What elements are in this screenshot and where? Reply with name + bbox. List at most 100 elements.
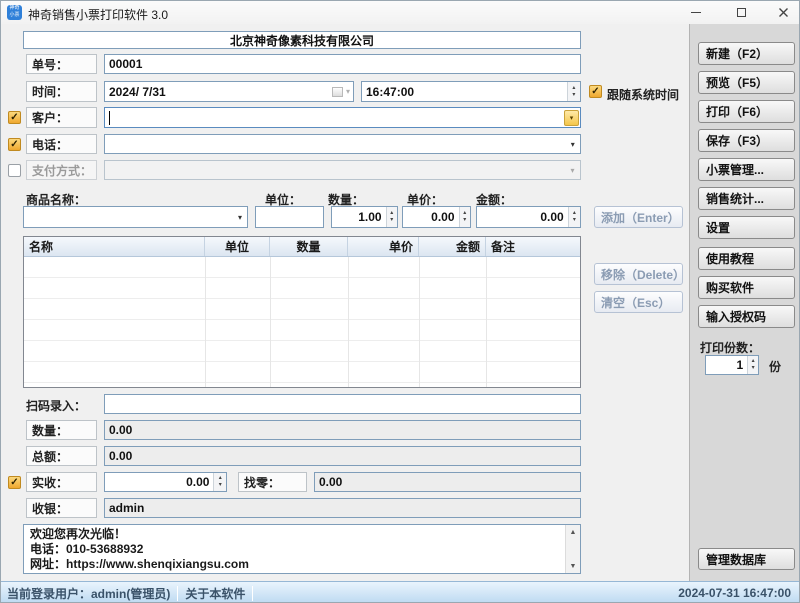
logged-in-user: 当前登录用户：admin(管理员) bbox=[7, 585, 170, 602]
statusbar-separator bbox=[177, 586, 178, 601]
print-copies-label: 打印份数： bbox=[700, 339, 760, 356]
app-window: 神奇 小票 神奇销售小票打印软件 3.0 单号： 时间： ▾ ▴▾ ✓ 跟随系统… bbox=[0, 0, 800, 603]
spin-up-icon: ▴ bbox=[573, 210, 576, 217]
product-unit-field[interactable] bbox=[255, 206, 324, 228]
spin-up-icon: ▴ bbox=[463, 210, 466, 217]
order-no-input[interactable] bbox=[105, 57, 580, 71]
customer-combobox[interactable]: ▾ bbox=[104, 107, 581, 128]
scan-entry-label: 扫码录入： bbox=[26, 397, 86, 414]
new-button[interactable]: 新建（F2） bbox=[698, 42, 795, 65]
customer-label: 客户： bbox=[26, 107, 97, 128]
product-name-dropdown-icon[interactable]: ▾ bbox=[233, 207, 247, 227]
payment-combobox: ▾ bbox=[104, 160, 581, 180]
scan-entry-field[interactable] bbox=[104, 394, 581, 414]
close-button[interactable] bbox=[770, 3, 796, 22]
app-icon-text-bottom: 小票 bbox=[7, 12, 22, 19]
remove-button[interactable]: 移除（Delete） bbox=[594, 263, 683, 285]
time-spinner[interactable]: ▴▾ bbox=[567, 82, 580, 101]
date-picker[interactable]: ▾ bbox=[104, 81, 354, 102]
company-name-field[interactable] bbox=[23, 31, 581, 49]
customer-checkbox[interactable]: ✓ bbox=[8, 111, 21, 124]
grid-line bbox=[270, 257, 271, 387]
company-name-input[interactable] bbox=[24, 33, 580, 47]
received-input[interactable] bbox=[105, 475, 213, 489]
product-price-spinner[interactable]: ▴▾ bbox=[402, 206, 471, 228]
scroll-up-icon[interactable]: ▲ bbox=[566, 525, 580, 539]
spin-down-icon: ▾ bbox=[572, 92, 575, 99]
column-header-qty[interactable]: 数量 bbox=[270, 237, 348, 256]
follow-system-time-checkbox[interactable]: ✓ bbox=[589, 85, 602, 98]
time-picker[interactable]: ▴▾ bbox=[361, 81, 581, 102]
column-header-price[interactable]: 单价 bbox=[348, 237, 419, 256]
column-header-amount[interactable]: 金额 bbox=[419, 237, 486, 256]
spin-up-icon: ▴ bbox=[390, 210, 393, 217]
phone-label: 电话： bbox=[26, 134, 97, 154]
clear-button[interactable]: 清空（Esc） bbox=[594, 291, 683, 313]
app-icon-text-top: 神奇 bbox=[7, 5, 22, 12]
cashier-label: 收银： bbox=[26, 498, 97, 518]
phone-input[interactable] bbox=[105, 137, 565, 151]
print-copies-input[interactable] bbox=[706, 358, 747, 372]
copies-spin-buttons[interactable]: ▴▾ bbox=[747, 356, 758, 374]
save-button[interactable]: 保存（F3） bbox=[698, 129, 795, 152]
maximize-button[interactable] bbox=[728, 3, 754, 22]
product-amount-input[interactable] bbox=[477, 210, 568, 224]
phone-combobox[interactable]: ▾ bbox=[104, 134, 581, 154]
spin-down-icon: ▾ bbox=[573, 217, 576, 224]
column-header-unit[interactable]: 单位 bbox=[205, 237, 270, 256]
time-input[interactable] bbox=[362, 85, 567, 99]
change-label: 找零： bbox=[238, 472, 307, 492]
grid-line bbox=[486, 257, 487, 387]
product-qty-spinner[interactable]: ▴▾ bbox=[331, 206, 398, 228]
qty-spin-buttons[interactable]: ▴▾ bbox=[386, 207, 397, 227]
product-name-input[interactable] bbox=[24, 210, 233, 224]
spin-down-icon: ▾ bbox=[390, 217, 393, 224]
buy-software-button[interactable]: 购买软件 bbox=[698, 276, 795, 299]
received-spinner[interactable]: ▴▾ bbox=[104, 472, 227, 492]
total-amount-value bbox=[105, 449, 580, 463]
phone-checkbox[interactable]: ✓ bbox=[8, 138, 21, 151]
received-checkbox[interactable]: ✓ bbox=[8, 476, 21, 489]
settings-button[interactable]: 设置 bbox=[698, 216, 795, 239]
phone-dropdown-icon[interactable]: ▾ bbox=[565, 135, 580, 153]
manage-database-button[interactable]: 管理数据库 bbox=[698, 548, 795, 570]
payment-checkbox[interactable] bbox=[8, 164, 21, 177]
received-spin-buttons[interactable]: ▴▾ bbox=[213, 473, 226, 491]
product-unit-input[interactable] bbox=[256, 210, 323, 224]
welcome-message-box[interactable]: 欢迎您再次光临！ 电话：010-53688932 网址：https://www.… bbox=[23, 524, 581, 574]
product-price-input[interactable] bbox=[403, 210, 459, 224]
tutorial-button[interactable]: 使用教程 bbox=[698, 247, 795, 270]
print-copies-spinner[interactable]: ▴▾ bbox=[705, 355, 759, 375]
product-name-combobox[interactable]: ▾ bbox=[23, 206, 248, 228]
product-amount-spinner[interactable]: ▴▾ bbox=[476, 206, 581, 228]
date-input[interactable] bbox=[105, 85, 332, 99]
scroll-down-icon[interactable]: ▼ bbox=[566, 559, 580, 573]
follow-system-time-label: 跟随系统时间 bbox=[607, 86, 679, 103]
grid-line bbox=[419, 257, 420, 387]
welcome-scrollbar[interactable]: ▲ ▼ bbox=[565, 525, 580, 573]
spin-up-icon: ▴ bbox=[572, 85, 575, 92]
items-table: 名称 单位 数量 单价 金额 备注 bbox=[23, 236, 581, 388]
column-header-remark[interactable]: 备注 bbox=[486, 237, 580, 256]
spin-up-icon: ▴ bbox=[219, 475, 222, 482]
product-qty-input[interactable] bbox=[332, 210, 386, 224]
minimize-button[interactable] bbox=[683, 3, 709, 22]
cashier-value bbox=[105, 501, 580, 515]
order-no-field[interactable] bbox=[104, 54, 581, 74]
enter-license-button[interactable]: 输入授权码 bbox=[698, 305, 795, 328]
calendar-dropdown-button[interactable]: ▾ bbox=[332, 87, 353, 97]
add-button[interactable]: 添加（Enter） bbox=[594, 206, 683, 228]
title-bar: 神奇 小票 神奇销售小票打印软件 3.0 bbox=[1, 1, 799, 24]
maximize-icon bbox=[737, 8, 746, 17]
sales-stats-button[interactable]: 销售统计... bbox=[698, 187, 795, 210]
scan-entry-input[interactable] bbox=[105, 397, 580, 411]
preview-button[interactable]: 预览（F5） bbox=[698, 71, 795, 94]
print-button[interactable]: 打印（F6） bbox=[698, 100, 795, 123]
amount-spin-buttons[interactable]: ▴▾ bbox=[568, 207, 580, 227]
price-spin-buttons[interactable]: ▴▾ bbox=[459, 207, 470, 227]
column-header-name[interactable]: 名称 bbox=[24, 237, 205, 256]
receipt-manage-button[interactable]: 小票管理... bbox=[698, 158, 795, 181]
about-software-link[interactable]: 关于本软件 bbox=[185, 585, 245, 602]
items-table-body bbox=[24, 257, 580, 387]
customer-dropdown-button[interactable]: ▾ bbox=[564, 110, 579, 126]
